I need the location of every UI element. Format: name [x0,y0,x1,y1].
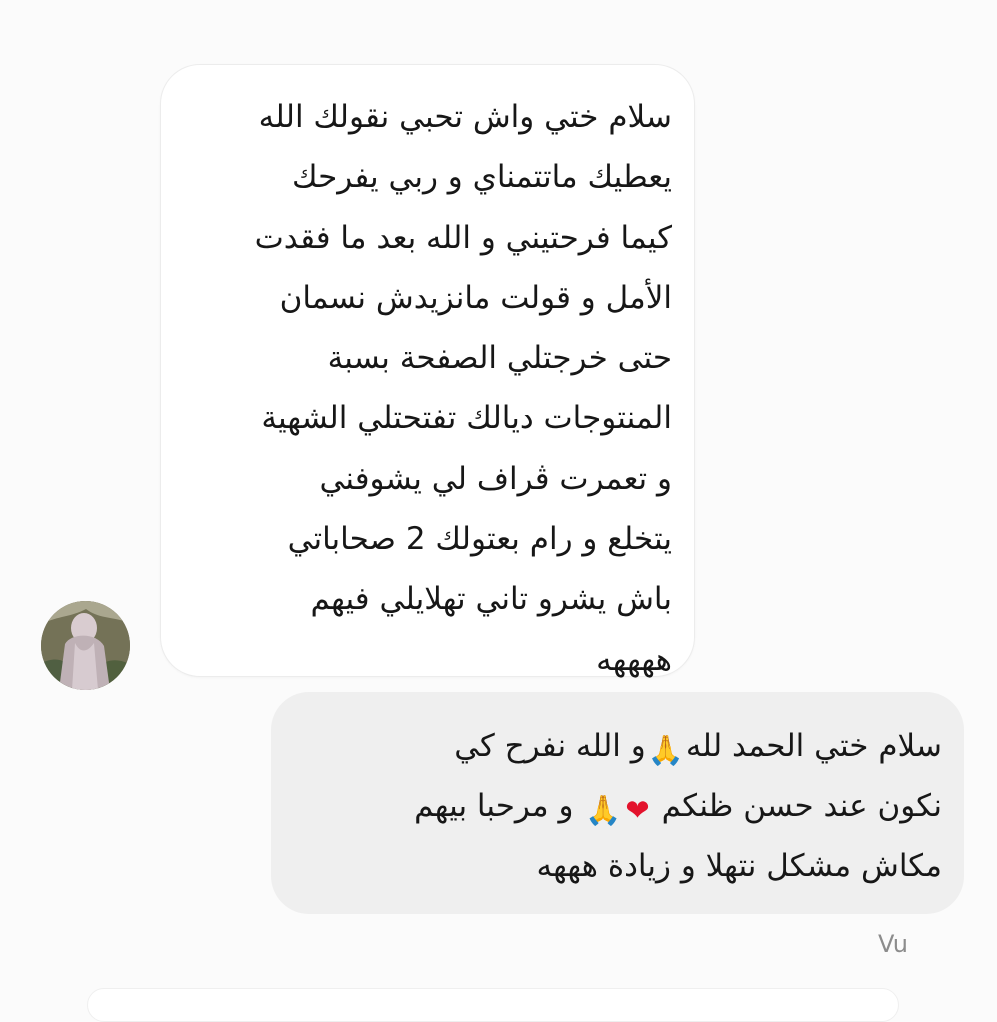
folded-hands-emoji-icon: 🙏 [585,793,622,827]
incoming-message-text: سلام ختي واش تحبي نقولك الله يعطيك ماتتم… [254,99,672,678]
outgoing-line-2-end: و مرحبا بيهم [414,788,574,824]
folded-hands-emoji-icon: 🙏 [647,733,684,767]
red-heart-emoji-icon: ❤ [625,793,650,827]
seen-status: Vu [878,930,908,958]
outgoing-message-text: سلام ختي الحمد لله🙏و الله نفرح كي نكون ع… [292,716,942,896]
incoming-message-bubble[interactable]: سلام ختي واش تحبي نقولك الله يعطيك ماتتم… [160,64,695,678]
outgoing-message-line-2: نكون عند حسن ظنكم ❤🙏 و مرحبا بيهم [292,776,942,836]
outgoing-message-line-3: مكاش مشكل نتهلا و زيادة هههه [536,848,942,884]
chat-thread: سلام ختي واش تحبي نقولك الله يعطيك ماتتم… [0,0,997,1022]
outgoing-message-bubble[interactable]: سلام ختي الحمد لله🙏و الله نفرح كي نكون ع… [271,692,964,914]
outgoing-line-1-end: و الله نفرح كي [454,728,646,764]
outgoing-line-1-start: سلام ختي الحمد لله [685,728,942,764]
avatar-picture [41,601,130,690]
outgoing-line-2-start: نكون عند حسن ظنكم [661,788,942,824]
outgoing-message-line-1: سلام ختي الحمد لله🙏و الله نفرح كي [292,716,942,776]
sender-avatar[interactable] [41,601,130,690]
next-message-bubble-edge [87,988,899,1022]
